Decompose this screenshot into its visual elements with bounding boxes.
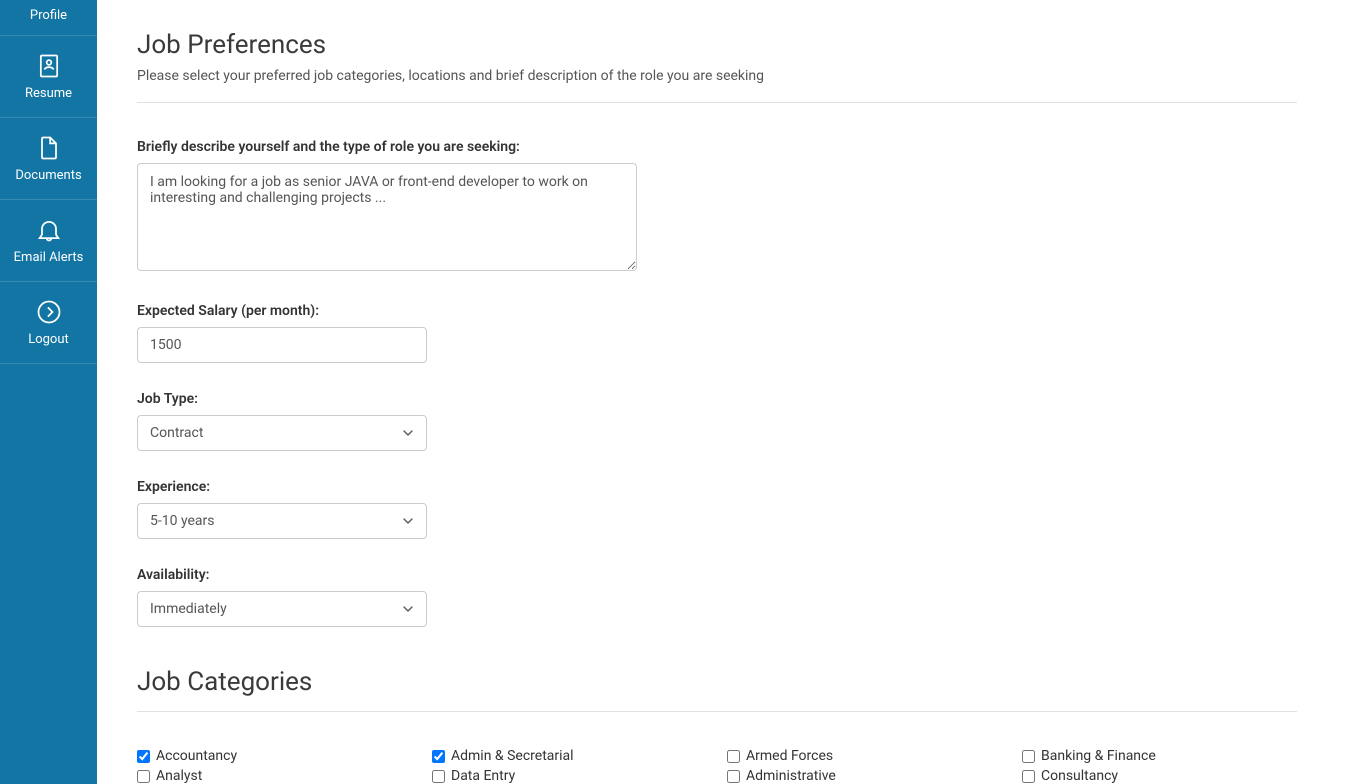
jobtype-group: Job Type: Contract bbox=[137, 391, 1297, 451]
sidebar-item-email-alerts[interactable]: Email Alerts bbox=[0, 200, 97, 282]
category-label: Analyst bbox=[156, 768, 202, 784]
category-item[interactable]: Data Entry bbox=[432, 768, 707, 784]
category-checkbox[interactable] bbox=[137, 770, 150, 783]
description-group: Briefly describe yourself and the type o… bbox=[137, 139, 1297, 275]
divider bbox=[137, 102, 1297, 103]
category-item[interactable]: Accountancy bbox=[137, 748, 412, 764]
category-label: Armed Forces bbox=[746, 748, 833, 764]
jobtype-select[interactable]: Contract bbox=[137, 415, 427, 451]
main-content: Job Preferences Please select your prefe… bbox=[97, 0, 1337, 784]
sidebar-item-label: Documents bbox=[15, 168, 81, 183]
category-item[interactable]: Admin & Secretarial bbox=[432, 748, 707, 764]
category-item[interactable]: Consultancy bbox=[1022, 768, 1297, 784]
category-checkbox[interactable] bbox=[1022, 770, 1035, 783]
category-item[interactable]: Armed Forces bbox=[727, 748, 1002, 764]
category-item[interactable]: Analyst bbox=[137, 768, 412, 784]
resume-icon bbox=[35, 52, 63, 80]
category-item[interactable]: Banking & Finance bbox=[1022, 748, 1297, 764]
jobtype-label: Job Type: bbox=[137, 391, 1297, 407]
categories-grid: Accountancy Admin & Secretarial Armed Fo… bbox=[137, 748, 1297, 784]
category-checkbox[interactable] bbox=[432, 770, 445, 783]
experience-label: Experience: bbox=[137, 479, 1297, 495]
category-label: Data Entry bbox=[451, 768, 515, 784]
category-label: Administrative bbox=[746, 768, 836, 784]
availability-select[interactable]: Immediately bbox=[137, 591, 427, 627]
sidebar-item-logout[interactable]: Logout bbox=[0, 282, 97, 364]
sidebar: Profile Resume Documents Email Alerts Lo… bbox=[0, 0, 97, 784]
category-checkbox[interactable] bbox=[137, 750, 150, 763]
logout-icon bbox=[35, 298, 63, 326]
availability-label: Availability: bbox=[137, 567, 1297, 583]
salary-input[interactable] bbox=[137, 327, 427, 363]
sidebar-item-resume[interactable]: Resume bbox=[0, 36, 97, 118]
sidebar-item-label: Profile bbox=[30, 8, 67, 23]
page-title: Job Preferences bbox=[137, 30, 1297, 60]
category-checkbox[interactable] bbox=[1022, 750, 1035, 763]
sidebar-item-label: Resume bbox=[25, 86, 72, 101]
page-subtitle: Please select your preferred job categor… bbox=[137, 68, 1297, 84]
sidebar-item-documents[interactable]: Documents bbox=[0, 118, 97, 200]
category-checkbox[interactable] bbox=[727, 750, 740, 763]
description-input[interactable] bbox=[137, 163, 637, 271]
description-label: Briefly describe yourself and the type o… bbox=[137, 139, 1297, 155]
documents-icon bbox=[35, 134, 63, 162]
experience-select[interactable]: 5-10 years bbox=[137, 503, 427, 539]
salary-group: Expected Salary (per month): bbox=[137, 303, 1297, 363]
categories-title: Job Categories bbox=[137, 667, 1297, 697]
salary-label: Expected Salary (per month): bbox=[137, 303, 1297, 319]
experience-group: Experience: 5-10 years bbox=[137, 479, 1297, 539]
sidebar-item-profile[interactable]: Profile bbox=[0, 0, 97, 36]
divider bbox=[137, 711, 1297, 712]
category-checkbox[interactable] bbox=[727, 770, 740, 783]
bell-icon bbox=[35, 216, 63, 244]
category-label: Banking & Finance bbox=[1041, 748, 1156, 764]
availability-group: Availability: Immediately bbox=[137, 567, 1297, 627]
category-item[interactable]: Administrative bbox=[727, 768, 1002, 784]
sidebar-item-label: Email Alerts bbox=[14, 250, 84, 265]
category-checkbox[interactable] bbox=[432, 750, 445, 763]
sidebar-item-label: Logout bbox=[28, 332, 69, 347]
category-label: Accountancy bbox=[156, 748, 237, 764]
category-label: Consultancy bbox=[1041, 768, 1118, 784]
category-label: Admin & Secretarial bbox=[451, 748, 574, 764]
